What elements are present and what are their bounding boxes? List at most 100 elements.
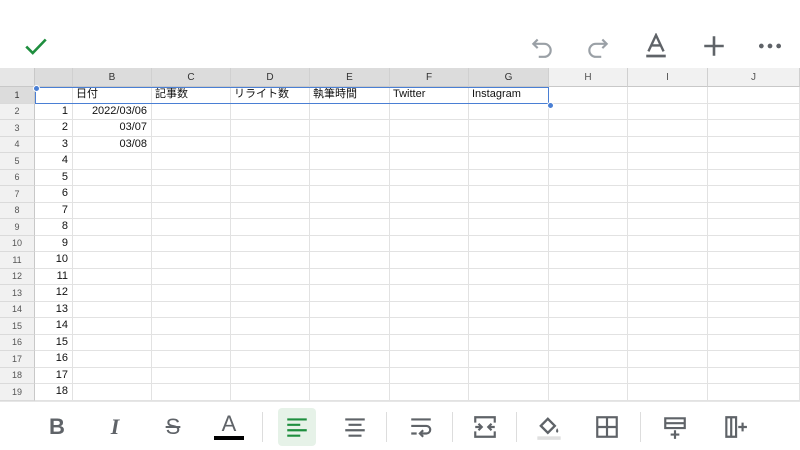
borders-button[interactable]	[588, 408, 626, 446]
grid-cell[interactable]	[469, 153, 549, 170]
grid-cell[interactable]	[231, 103, 310, 120]
grid-cell[interactable]	[310, 351, 390, 368]
grid-cell[interactable]	[390, 351, 469, 368]
wrap-text-button[interactable]	[402, 408, 440, 446]
grid-cell[interactable]	[469, 384, 549, 401]
align-center-button[interactable]	[336, 408, 374, 446]
grid-cell[interactable]	[310, 103, 390, 120]
grid-cell[interactable]: 1	[35, 103, 73, 120]
grid-cell[interactable]	[708, 268, 800, 285]
grid-cell[interactable]	[469, 103, 549, 120]
grid-cell[interactable]	[469, 202, 549, 219]
column-header[interactable]: F	[390, 68, 469, 87]
grid-cell[interactable]	[708, 219, 800, 236]
grid-cell[interactable]	[469, 120, 549, 137]
column-header[interactable]: C	[152, 68, 231, 87]
column-header[interactable]: G	[469, 68, 549, 87]
grid-cell[interactable]	[549, 235, 628, 252]
grid-cell[interactable]	[469, 235, 549, 252]
grid-cell[interactable]: 13	[35, 301, 73, 318]
grid-cell[interactable]	[469, 252, 549, 269]
grid-cell[interactable]	[708, 318, 800, 335]
row-header[interactable]: 2	[0, 103, 35, 120]
grid-cell[interactable]	[628, 136, 708, 153]
grid-cell[interactable]	[152, 169, 231, 186]
grid-cell[interactable]	[628, 153, 708, 170]
grid-cell[interactable]	[549, 301, 628, 318]
grid-cell[interactable]	[549, 136, 628, 153]
grid-cell[interactable]	[708, 87, 800, 104]
grid-cell[interactable]: Instagram	[469, 87, 549, 104]
insert-row-button[interactable]	[656, 408, 694, 446]
grid-cell[interactable]: 2	[35, 120, 73, 137]
grid-cell[interactable]	[231, 136, 310, 153]
grid-cell[interactable]	[708, 186, 800, 203]
grid-cell[interactable]	[549, 318, 628, 335]
row-header[interactable]: 4	[0, 136, 35, 153]
grid-cell[interactable]	[390, 120, 469, 137]
grid-cell[interactable]	[549, 103, 628, 120]
select-all-corner[interactable]	[0, 68, 35, 87]
column-header[interactable]: D	[231, 68, 310, 87]
grid-cell[interactable]	[310, 318, 390, 335]
grid-cell[interactable]	[73, 318, 152, 335]
grid-cell[interactable]	[469, 268, 549, 285]
grid-cell[interactable]	[73, 169, 152, 186]
grid-cell[interactable]	[310, 301, 390, 318]
column-header[interactable]: B	[73, 68, 152, 87]
grid-cell[interactable]: 10	[35, 252, 73, 269]
grid-cell[interactable]	[390, 186, 469, 203]
grid-cell[interactable]	[231, 153, 310, 170]
grid-cell[interactable]	[390, 367, 469, 384]
grid-cell[interactable]	[708, 202, 800, 219]
row-header[interactable]: 9	[0, 219, 35, 236]
grid-cell[interactable]	[708, 169, 800, 186]
grid-cell[interactable]	[73, 252, 152, 269]
grid-cell[interactable]: 5	[35, 169, 73, 186]
row-header[interactable]: 13	[0, 285, 35, 302]
grid-cell[interactable]	[708, 301, 800, 318]
grid-cell[interactable]	[231, 351, 310, 368]
grid-cell[interactable]	[549, 186, 628, 203]
row-header[interactable]: 6	[0, 169, 35, 186]
grid-cell[interactable]	[628, 235, 708, 252]
grid-cell[interactable]	[628, 252, 708, 269]
grid-cell[interactable]	[310, 153, 390, 170]
grid-cell[interactable]	[152, 334, 231, 351]
grid-cell[interactable]	[390, 301, 469, 318]
insert-column-button[interactable]	[716, 408, 754, 446]
grid-cell[interactable]	[469, 318, 549, 335]
grid-cell[interactable]	[73, 301, 152, 318]
grid-cell[interactable]	[628, 219, 708, 236]
text-format-icon[interactable]	[638, 28, 674, 64]
grid-cell[interactable]: 15	[35, 334, 73, 351]
grid-cell[interactable]	[231, 268, 310, 285]
grid-cell[interactable]	[469, 351, 549, 368]
grid-cell[interactable]	[469, 367, 549, 384]
grid-cell[interactable]	[628, 318, 708, 335]
text-color-button[interactable]: A	[210, 408, 248, 446]
grid-cell[interactable]	[628, 367, 708, 384]
grid-cell[interactable]: 12	[35, 285, 73, 302]
grid-cell[interactable]	[35, 87, 73, 104]
grid-cell[interactable]	[231, 219, 310, 236]
grid-cell[interactable]: 6	[35, 186, 73, 203]
grid-cell[interactable]	[310, 202, 390, 219]
row-header[interactable]: 5	[0, 153, 35, 170]
grid-cell[interactable]	[549, 285, 628, 302]
grid-cell[interactable]: リライト数	[231, 87, 310, 104]
grid-cell[interactable]: 記事数	[152, 87, 231, 104]
grid-cell[interactable]	[390, 169, 469, 186]
grid-cell[interactable]	[152, 153, 231, 170]
grid-cell[interactable]	[628, 120, 708, 137]
grid-cell[interactable]	[628, 384, 708, 401]
grid-cell[interactable]	[549, 351, 628, 368]
grid-cell[interactable]	[469, 334, 549, 351]
grid-cell[interactable]	[549, 120, 628, 137]
grid-cell[interactable]	[390, 268, 469, 285]
grid-cell[interactable]	[708, 285, 800, 302]
grid-cell[interactable]	[469, 186, 549, 203]
grid-cell[interactable]	[310, 384, 390, 401]
grid-cell[interactable]: 3	[35, 136, 73, 153]
grid-cell[interactable]	[152, 136, 231, 153]
